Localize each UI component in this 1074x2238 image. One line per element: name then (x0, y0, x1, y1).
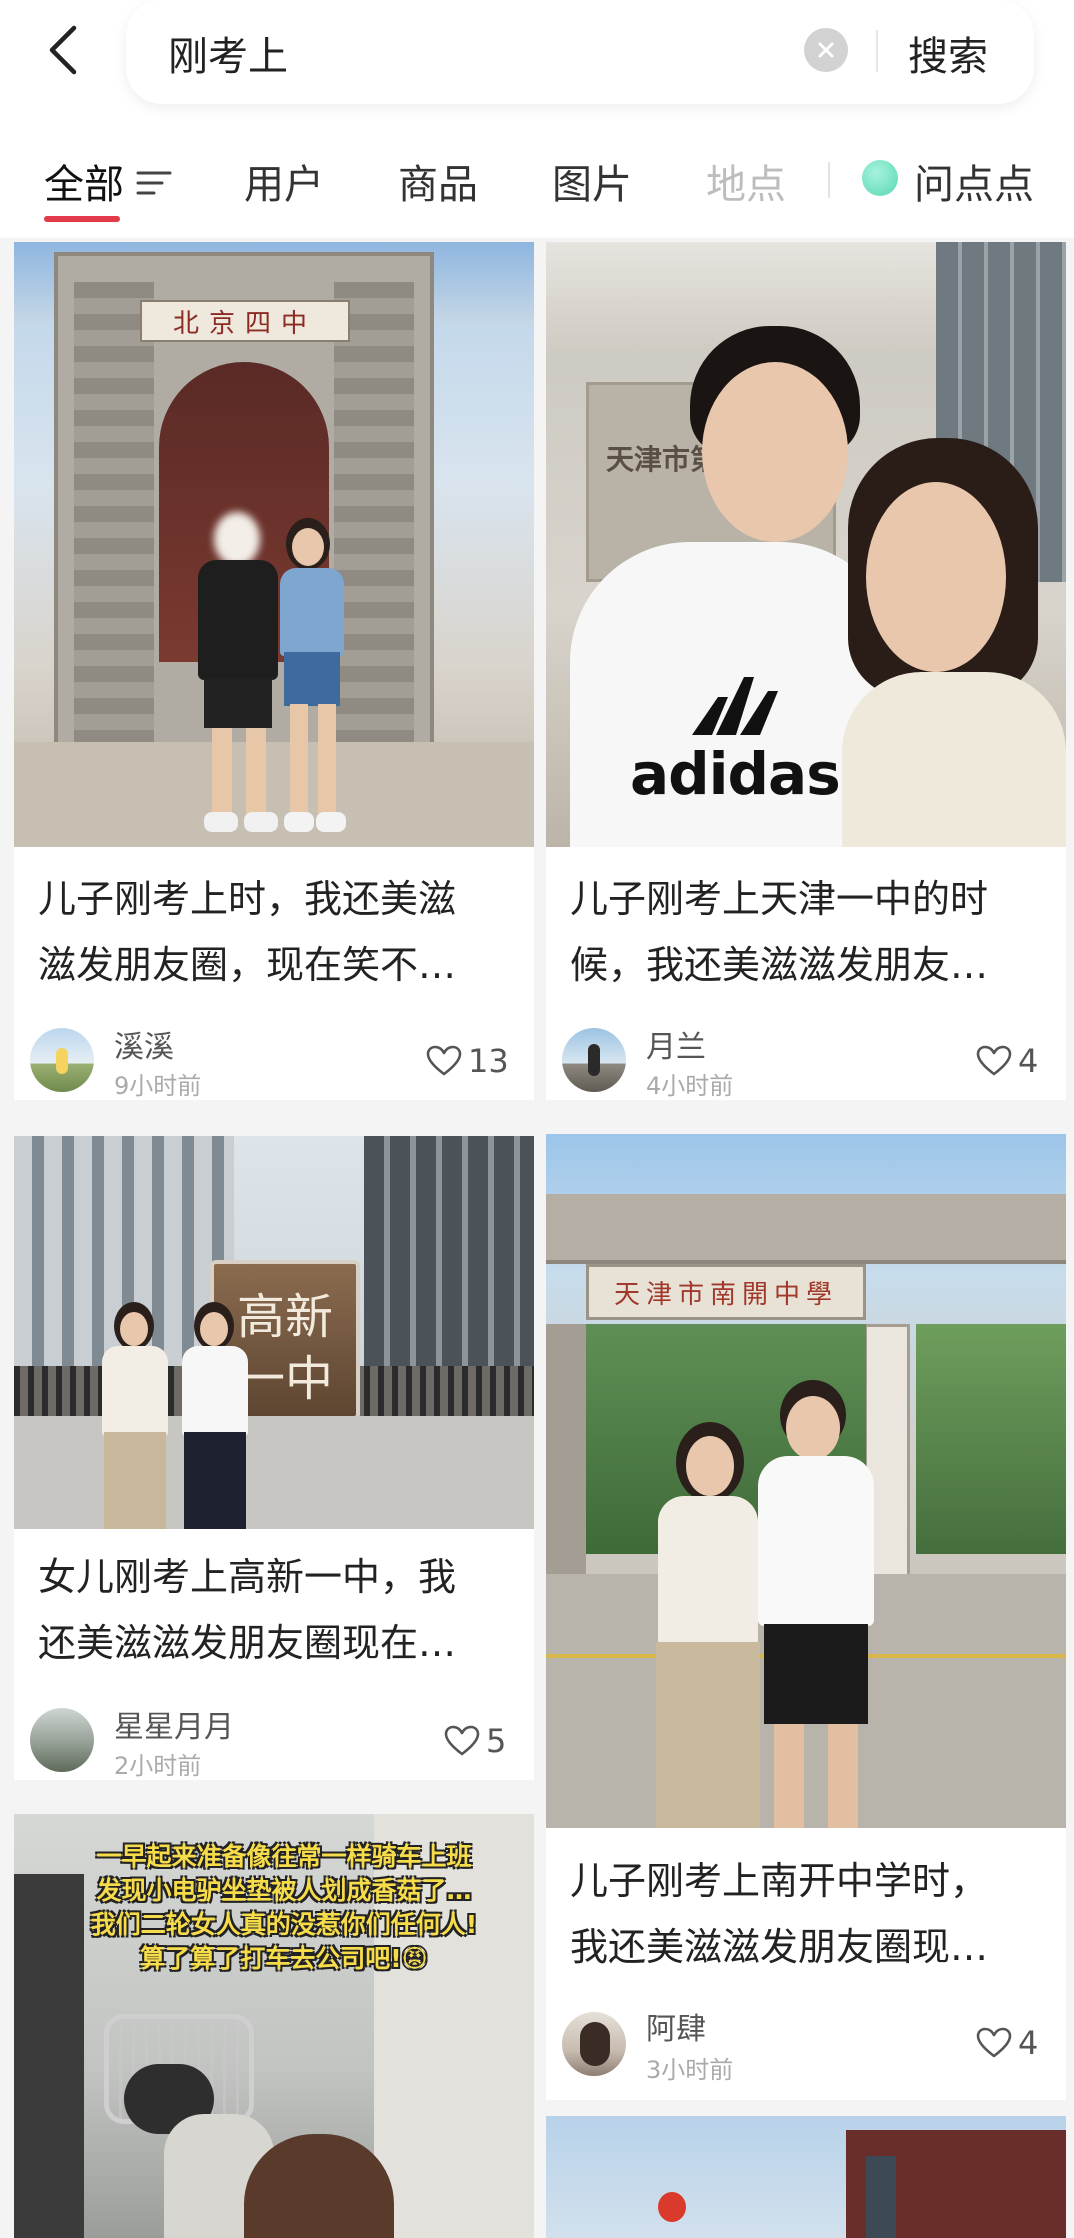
note-card[interactable]: 天津市第一中学 adidas 儿子刚考上天津一中的时 候，我还美滋滋发朋友… 月… (546, 242, 1066, 1100)
note-cover-image (546, 2116, 1066, 2238)
filter-icon[interactable] (136, 168, 172, 198)
clear-search-button[interactable] (804, 28, 848, 72)
result-tabs: 全部 用户 商品 图片 地点 问点点 (0, 148, 1074, 222)
like-count: 13 (468, 1042, 509, 1080)
tab-places[interactable]: 地点 (706, 152, 786, 210)
image-caption-line: 发现小电驴坐垫被人划成香菇了… (96, 1876, 472, 1905)
note-card[interactable]: 高新一中 女儿刚考上高新一中，我 还美滋滋发朋友圈现在… 星星月月 2小时前 5 (14, 1136, 534, 1780)
like-button[interactable]: 13 (426, 1042, 509, 1080)
author-name[interactable]: 溪溪 (114, 1022, 174, 1066)
author-name[interactable]: 阿肆 (646, 2004, 706, 2048)
search-query-text: 刚考上 (168, 34, 288, 80)
note-title-line: 儿子刚考上时，我还美滋 (38, 877, 457, 921)
search-header: 刚考上 搜索 全部 用户 商品 图片 地点 问点点 (0, 0, 1074, 238)
tab-users[interactable]: 用户 (244, 152, 324, 210)
like-button[interactable]: 4 (976, 2024, 1038, 2062)
image-caption: 一早起来准备像往常一样骑车上班 发现小电驴坐垫被人划成香菇了… 我们二轮女人真的… (34, 1840, 534, 1976)
heart-icon (444, 1725, 480, 1756)
note-title: 儿子刚考上时，我还美滋 滋发朋友圈，现在笑不… (38, 866, 518, 998)
like-count: 5 (486, 1722, 507, 1760)
post-time: 2小时前 (114, 1752, 202, 1780)
note-card[interactable]: 一早起来准备像往常一样骑车上班 发现小电驴坐垫被人划成香菇了… 我们二轮女人真的… (14, 1814, 534, 2238)
note-title-line: 儿子刚考上天津一中的时 (570, 877, 989, 921)
wendiandian-icon (862, 160, 898, 196)
heart-icon (426, 1045, 462, 1076)
like-button[interactable]: 4 (976, 1042, 1038, 1080)
note-cover-image: 高新一中 (14, 1136, 534, 1529)
tab-divider (828, 162, 830, 198)
note-cover-image: 北京四中 (14, 242, 534, 847)
gate-plaque: 天津市南開中學 (586, 1264, 866, 1320)
post-time: 9小时前 (114, 1072, 202, 1100)
search-divider (876, 30, 878, 72)
note-title: 女儿刚考上高新一中，我 还美滋滋发朋友圈现在… (38, 1544, 518, 1676)
gate-plaque: 北京四中 (140, 300, 350, 342)
author-name[interactable]: 月兰 (646, 1022, 706, 1066)
shirt-logo (656, 677, 826, 737)
note-cover-image: 一早起来准备像往常一样骑车上班 发现小电驴坐垫被人划成香菇了… 我们二轮女人真的… (14, 1814, 534, 2238)
active-tab-indicator (44, 216, 120, 222)
note-title: 儿子刚考上南开中学时， 我还美滋滋发朋友圈现… (570, 1848, 1050, 1980)
like-count: 4 (1018, 2024, 1039, 2062)
note-card[interactable] (546, 2116, 1066, 2238)
search-input[interactable]: 刚考上 搜索 (126, 0, 1034, 104)
note-title-line: 我还美滋滋发朋友圈现… (570, 1925, 989, 1969)
adidas-logo-icon (692, 677, 778, 735)
image-caption-line: 算了算了打车去公司吧!😡 (140, 1944, 428, 1973)
note-card[interactable]: 天津市南開中學 儿子刚考上南开中学时， 我还美滋滋发朋友圈现… 阿肆 3小时前 … (546, 1134, 1066, 2100)
note-title-line: 滋发朋友圈，现在笑不… (38, 943, 457, 987)
post-time: 4小时前 (646, 1072, 734, 1100)
heart-icon (976, 1045, 1012, 1076)
avatar[interactable] (30, 1028, 94, 1092)
avatar[interactable] (562, 2012, 626, 2076)
note-title-line: 女儿刚考上高新一中，我 (38, 1555, 457, 1599)
tab-images[interactable]: 图片 (552, 152, 632, 210)
image-caption-line: 我们二轮女人真的没惹你们任何人! (90, 1910, 478, 1939)
note-title-line: 儿子刚考上南开中学时， (570, 1859, 989, 1903)
note-title-line: 还美滋滋发朋友圈现在… (38, 1621, 457, 1665)
avatar[interactable] (30, 1708, 94, 1772)
like-count: 4 (1018, 1042, 1039, 1080)
note-title: 儿子刚考上天津一中的时 候，我还美滋滋发朋友… (570, 866, 1050, 998)
note-cover-image: 天津市第一中学 adidas (546, 242, 1066, 847)
avatar[interactable] (562, 1028, 626, 1092)
search-button[interactable]: 搜索 (908, 24, 988, 82)
image-caption-line: 一早起来准备像往常一样骑车上班 (96, 1842, 472, 1871)
heart-icon (976, 2027, 1012, 2058)
close-icon (818, 42, 834, 58)
post-time: 3小时前 (646, 2056, 734, 2084)
tab-ask[interactable]: 问点点 (914, 152, 1034, 210)
chevron-left-icon (49, 25, 77, 75)
like-button[interactable]: 5 (444, 1722, 506, 1760)
note-title-line: 候，我还美滋滋发朋友… (570, 943, 989, 987)
back-button[interactable] (38, 18, 88, 82)
note-cover-image: 天津市南開中學 (546, 1134, 1066, 1828)
tab-products[interactable]: 商品 (398, 152, 478, 210)
note-card[interactable]: 北京四中 儿子刚考上时，我还美滋 滋发朋友圈，现在笑不… 溪溪 9小时前 13 (14, 242, 534, 1100)
tab-all[interactable]: 全部 (44, 152, 124, 210)
author-name[interactable]: 星星月月 (114, 1702, 234, 1746)
